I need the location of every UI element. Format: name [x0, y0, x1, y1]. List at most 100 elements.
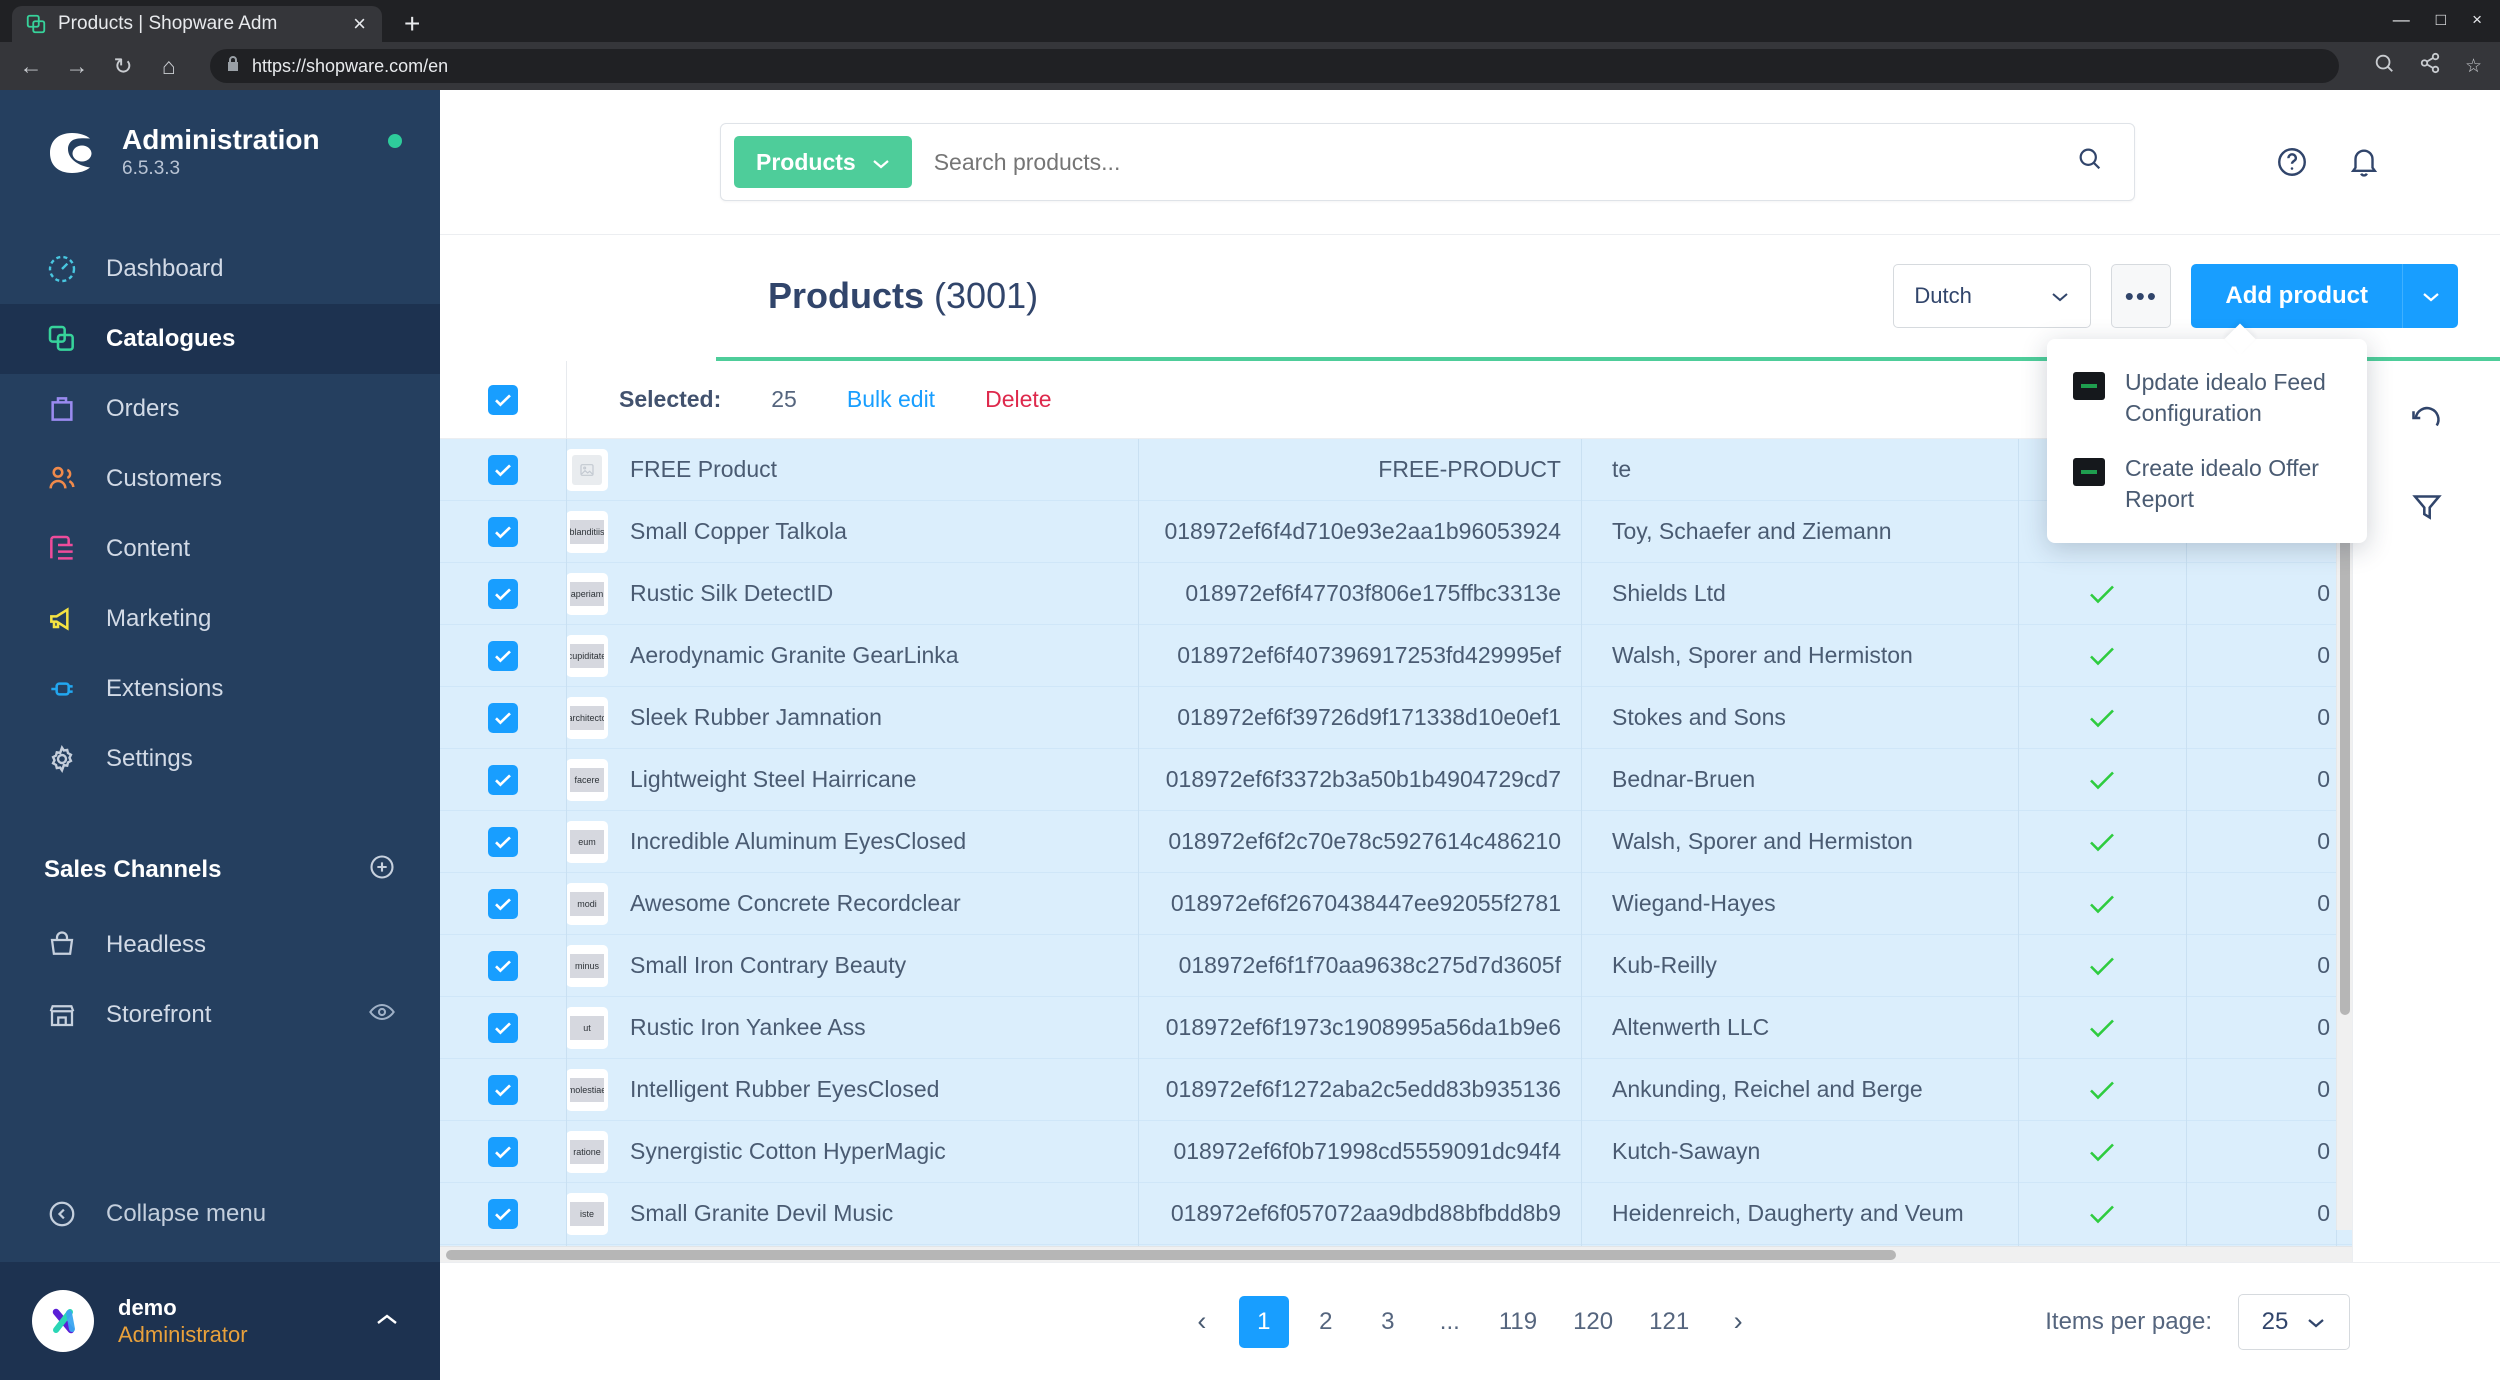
bookmark-star-icon[interactable]: ☆	[2465, 55, 2482, 78]
table-row[interactable]: ratione Synergistic Cotton HyperMagic 0189…	[440, 1121, 2352, 1183]
table-row[interactable]: aperiam Rustic Silk DetectID 018972ef6f477…	[440, 563, 2352, 625]
pagination-page-120[interactable]: 120	[1561, 1296, 1625, 1348]
sidebar-item-orders[interactable]: Orders	[0, 374, 440, 444]
selected-count: 25	[771, 386, 797, 412]
row-checkbox[interactable]	[488, 764, 518, 795]
home-button[interactable]: ⌂	[156, 54, 182, 78]
browser-tab[interactable]: Products | Shopware Adm ×	[12, 6, 382, 42]
storefront-preview-eye-icon[interactable]	[368, 998, 396, 1032]
filter-icon[interactable]	[2409, 489, 2445, 525]
bell-icon[interactable]	[2347, 145, 2381, 179]
product-name-cell: cupiditate Aerodynamic Granite GearLinka	[566, 634, 1138, 677]
search-scope-selector[interactable]: Products	[734, 136, 912, 188]
table-row[interactable]: modi Awesome Concrete Recordclear 018972ef…	[440, 873, 2352, 935]
product-thumbnail: ut	[566, 1006, 608, 1049]
pagination-next-button[interactable]: ›	[1713, 1296, 1763, 1348]
row-checkbox[interactable]	[488, 454, 518, 485]
sidebar-item-catalogues[interactable]: Catalogues	[0, 303, 440, 374]
user-account-area[interactable]: demo Administrator	[0, 1262, 440, 1380]
chevron-down-icon	[872, 149, 890, 176]
row-select-cell	[440, 640, 566, 671]
context-menu-item-update-feed[interactable]: Update idealo Feed Configuration	[2047, 355, 2367, 441]
close-tab-icon[interactable]: ×	[349, 11, 370, 37]
pagination-page-119[interactable]: 119	[1487, 1296, 1549, 1348]
search-input[interactable]	[933, 148, 2046, 176]
sidebar-item-storefront[interactable]: Storefront	[0, 980, 440, 1050]
table-row[interactable]: facere Lightweight Steel Hairricane 018972…	[440, 749, 2352, 811]
row-checkbox[interactable]	[488, 578, 518, 609]
pagination-page-2[interactable]: 2	[1301, 1296, 1351, 1348]
product-number: 018972ef6f2670438447ee92055f2781	[1170, 890, 1561, 916]
select-all-checkbox[interactable]	[488, 384, 518, 415]
product-thumbnail: modi	[566, 882, 608, 925]
help-icon[interactable]	[2275, 145, 2309, 179]
product-active-status	[2018, 645, 2186, 667]
row-checkbox[interactable]	[488, 950, 518, 981]
row-select-cell	[440, 1198, 566, 1229]
reload-button[interactable]: ↻	[110, 54, 136, 78]
table-row[interactable]: iste Small Granite Devil Music 018972ef6f0…	[440, 1183, 2352, 1245]
omnibox-actions: ☆	[2373, 52, 2482, 80]
language-select[interactable]: Dutch	[1893, 264, 2092, 328]
product-name-cell: facere Lightweight Steel Hairricane	[566, 758, 1138, 801]
back-button[interactable]: ←	[18, 54, 44, 78]
sidebar-item-extensions[interactable]: Extensions	[0, 654, 440, 724]
sidebar-item-marketing[interactable]: Marketing	[0, 584, 440, 654]
sidebar-item-label: Catalogues	[106, 324, 236, 352]
items-per-page-select[interactable]: 25	[2238, 1293, 2350, 1350]
table-row[interactable]: cupiditate Aerodynamic Granite GearLinka 0…	[440, 625, 2352, 687]
zoom-icon[interactable]	[2373, 52, 2395, 80]
share-icon[interactable]	[2419, 52, 2441, 80]
refresh-icon[interactable]	[2409, 403, 2445, 439]
user-menu-caret-icon[interactable]	[374, 1308, 400, 1334]
row-checkbox[interactable]	[488, 1074, 518, 1105]
pagination-page-121[interactable]: 121	[1637, 1296, 1701, 1348]
sidebar-item-label: Dashboard	[106, 254, 224, 282]
pagination-page-3[interactable]: 3	[1363, 1296, 1413, 1348]
row-checkbox[interactable]	[488, 888, 518, 919]
idealo-icon	[2073, 458, 2105, 487]
orders-icon	[44, 391, 80, 427]
context-menu-button[interactable]: •••	[2111, 264, 2172, 328]
product-name: Incredible Aluminum EyesClosed	[630, 828, 967, 854]
sidebar-item-customers[interactable]: Customers	[0, 444, 440, 514]
sidebar-item-headless[interactable]: Headless	[0, 910, 440, 980]
delete-link[interactable]: Delete	[985, 386, 1051, 413]
row-checkbox[interactable]	[488, 1136, 518, 1167]
table-row[interactable]: architecto Sleek Rubber Jamnation 018972ef…	[440, 687, 2352, 749]
row-checkbox[interactable]	[488, 702, 518, 733]
minimize-button[interactable]: —	[2393, 10, 2410, 30]
shopware-admin-app: Administration 6.5.3.3 Dashboard Catalog	[0, 90, 2500, 1380]
maximize-button[interactable]: □	[2436, 10, 2446, 30]
horizontal-scrollbar[interactable]	[440, 1246, 2352, 1262]
table-row[interactable]: ut Rustic Iron Yankee Ass 018972ef6f1973c1…	[440, 997, 2352, 1059]
sidebar-item-settings[interactable]: Settings	[0, 724, 440, 794]
collapse-menu-button[interactable]: Collapse menu	[0, 1166, 440, 1262]
bulk-edit-link[interactable]: Bulk edit	[847, 386, 935, 413]
context-menu-item-create-offer-report[interactable]: Create idealo Offer Report	[2047, 441, 2367, 527]
search-icon[interactable]	[2046, 145, 2134, 180]
product-manufacturer: Shields Ltd	[1612, 580, 1726, 606]
sidebar-item-dashboard[interactable]: Dashboard	[0, 234, 440, 304]
row-checkbox[interactable]	[488, 516, 518, 547]
pagination-page-1[interactable]: 1	[1238, 1295, 1289, 1348]
pagination-prev-button[interactable]: ‹	[1177, 1296, 1227, 1348]
row-checkbox[interactable]	[488, 826, 518, 857]
new-tab-button[interactable]: +	[404, 10, 420, 38]
browser-window: Products | Shopware Adm × + — □ × ← → ↻ …	[0, 0, 2500, 1380]
row-checkbox[interactable]	[488, 1012, 518, 1043]
sidebar-item-content[interactable]: Content	[0, 514, 440, 584]
product-active-status	[2018, 769, 2186, 791]
table-row[interactable]: molestiae Intelligent Rubber EyesClosed 01…	[440, 1059, 2352, 1121]
address-bar[interactable]: https://shopware.com/en	[210, 49, 2339, 83]
close-window-button[interactable]: ×	[2472, 10, 2482, 30]
add-product-button[interactable]: Add product	[2191, 264, 2402, 328]
add-sales-channel-icon[interactable]	[368, 853, 396, 886]
forward-button[interactable]: →	[64, 54, 90, 78]
table-row[interactable]: eum Incredible Aluminum EyesClosed 018972e…	[440, 811, 2352, 873]
row-checkbox[interactable]	[488, 1198, 518, 1229]
add-product-caret-button[interactable]	[2402, 264, 2458, 328]
table-row[interactable]: minus Small Iron Contrary Beauty 018972ef6…	[440, 935, 2352, 997]
vertical-scrollbar[interactable]	[2336, 439, 2352, 1230]
row-checkbox[interactable]	[488, 640, 518, 671]
